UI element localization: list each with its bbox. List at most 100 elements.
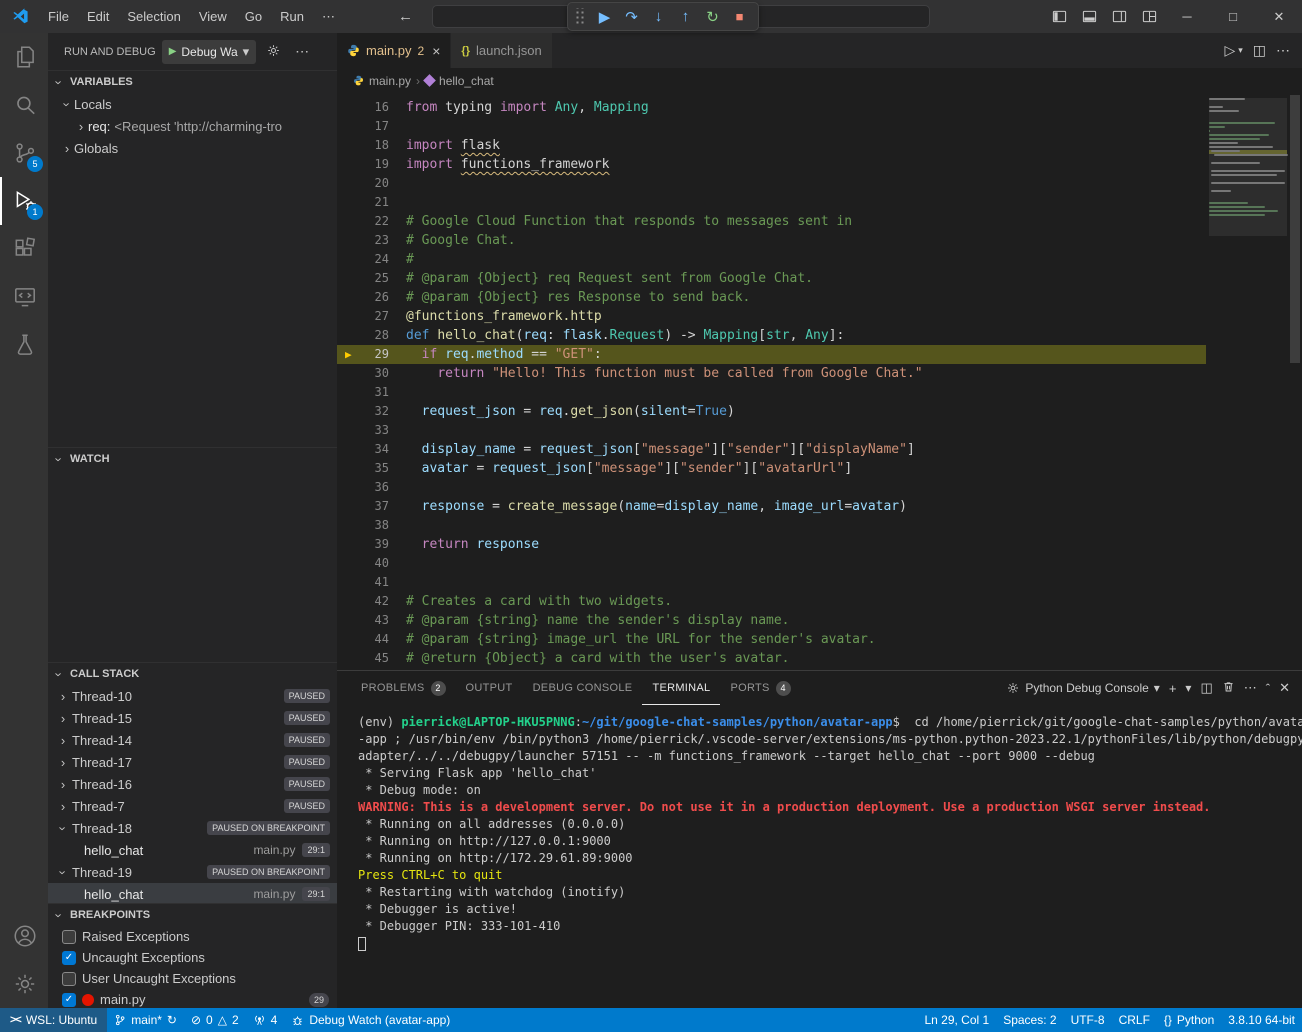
callstack-thread-row[interactable]: ›Thread-19PAUSED ON BREAKPOINT [48, 861, 337, 883]
activity-remote-explorer-icon[interactable] [0, 273, 48, 321]
panel-tab-ports[interactable]: PORTS4 [720, 671, 800, 705]
editor-gutter[interactable]: 38 [337, 516, 393, 535]
editor-gutter[interactable]: 20 [337, 174, 393, 193]
run-python-file-icon[interactable]: ▷ [1224, 42, 1235, 59]
variable-req[interactable]: › req: <Request 'http://charming-tro [48, 115, 337, 137]
nav-back-icon[interactable]: ← [390, 8, 421, 25]
editor-gutter[interactable]: 22 [337, 212, 393, 231]
editor-gutter[interactable]: 36 [337, 478, 393, 497]
language-mode[interactable]: {} Python [1157, 1008, 1221, 1032]
close-window-button[interactable]: ✕ [1256, 0, 1302, 33]
editor-gutter[interactable]: 24 [337, 250, 393, 269]
debug-config-select[interactable]: ▶ Debug Wa ▾ [162, 40, 256, 64]
activity-search-icon[interactable] [0, 81, 48, 129]
start-debugging-icon[interactable]: ▶ [169, 46, 177, 57]
breakpoint-row[interactable]: ✓Uncaught Exceptions [48, 947, 337, 968]
split-terminal-icon[interactable]: ◫ [1200, 680, 1212, 696]
callstack-frame-row[interactable]: hello_chatmain.py29:1 [48, 883, 337, 903]
editor-gutter[interactable]: 26 [337, 288, 393, 307]
indentation[interactable]: Spaces: 2 [996, 1008, 1063, 1032]
run-dropdown-icon[interactable]: ▾ [1238, 45, 1243, 56]
editor-gutter[interactable]: ▶29 [337, 345, 393, 364]
menu-file[interactable]: File [39, 9, 78, 24]
editor-scrollbar[interactable] [1288, 93, 1302, 670]
debug-session-status[interactable]: Debug Watch (avatar-app) [284, 1008, 457, 1032]
accounts-icon[interactable] [0, 912, 48, 960]
editor-gutter[interactable]: 25 [337, 269, 393, 288]
debug-toolbar-drag-handle[interactable] [574, 8, 586, 26]
scope-globals[interactable]: › Globals [48, 137, 337, 159]
watch-section-header[interactable]: › WATCH [48, 448, 337, 470]
editor-gutter[interactable]: 43 [337, 611, 393, 630]
debug-restart-button[interactable]: ↻ [700, 4, 725, 29]
manage-gear-icon[interactable] [0, 960, 48, 1008]
editor-gutter[interactable]: 40 [337, 554, 393, 573]
cursor-position[interactable]: Ln 29, Col 1 [917, 1008, 996, 1032]
breadcrumb-symbol[interactable]: hello_chat [439, 74, 494, 88]
toggle-primary-sidebar-icon[interactable] [1044, 0, 1074, 33]
callstack-frame-row[interactable]: hello_chatmain.py29:1 [48, 839, 337, 861]
editor-gutter[interactable]: 44 [337, 630, 393, 649]
callstack-thread-row[interactable]: ›Thread-14PAUSED [48, 729, 337, 751]
breakpoint-row[interactable]: User Uncaught Exceptions [48, 968, 337, 989]
editor-gutter[interactable]: 23 [337, 231, 393, 250]
breakpoint-checkbox[interactable] [62, 930, 76, 944]
panel-tab-problems[interactable]: PROBLEMS2 [351, 671, 456, 705]
breakpoints-section-header[interactable]: › BREAKPOINTS [48, 904, 337, 926]
activity-extensions-icon[interactable] [0, 225, 48, 273]
editor-gutter[interactable]: 27 [337, 307, 393, 326]
callstack-thread-row[interactable]: ›Thread-15PAUSED [48, 707, 337, 729]
editor-gutter[interactable]: 21 [337, 193, 393, 212]
debug-step-into-button[interactable]: ↓ [646, 4, 671, 29]
activity-run-debug-icon[interactable]: 1 [0, 177, 48, 225]
new-terminal-icon[interactable]: + [1169, 681, 1177, 696]
editor-gutter[interactable]: 37 [337, 497, 393, 516]
editor-gutter[interactable]: 18 [337, 136, 393, 155]
callstack-thread-row[interactable]: ›Thread-7PAUSED [48, 795, 337, 817]
terminal-profile-select[interactable]: Python Debug Console ▾ [1006, 681, 1159, 695]
menu-run[interactable]: Run [271, 9, 313, 24]
panel-tab-debug-console[interactable]: DEBUG CONSOLE [523, 671, 643, 705]
tab-launch-json[interactable]: {} launch.json [451, 33, 552, 68]
breakpoint-checkbox[interactable]: ✓ [62, 993, 76, 1007]
editor-gutter[interactable]: 16 [337, 98, 393, 117]
split-editor-icon[interactable]: ◫ [1253, 42, 1266, 59]
breakpoint-row[interactable]: Raised Exceptions [48, 926, 337, 947]
editor-gutter[interactable]: 39 [337, 535, 393, 554]
problems-status[interactable]: ⊘ 0 △ 2 [184, 1008, 246, 1032]
terminal-output[interactable]: (env) pierrick@LAPTOP-HKU5PNNG:~/git/goo… [337, 705, 1302, 1008]
new-terminal-dropdown-icon[interactable]: ▾ [1185, 681, 1191, 695]
menu-go[interactable]: Go [236, 9, 271, 24]
close-panel-icon[interactable]: ✕ [1279, 680, 1290, 696]
toggle-secondary-sidebar-icon[interactable] [1104, 0, 1134, 33]
panel-tab-terminal[interactable]: TERMINAL [642, 671, 720, 705]
editor-gutter[interactable]: 42 [337, 592, 393, 611]
panel-more-actions-icon[interactable]: ⋯ [1244, 680, 1257, 696]
activity-source-control-icon[interactable]: 5 [0, 129, 48, 177]
editor-gutter[interactable]: 31 [337, 383, 393, 402]
breakpoint-checkbox[interactable]: ✓ [62, 951, 76, 965]
menu-view[interactable]: View [190, 9, 236, 24]
encoding[interactable]: UTF-8 [1064, 1008, 1112, 1032]
debug-step-over-button[interactable]: ↷ [619, 4, 644, 29]
minimize-button[interactable]: ─ [1164, 0, 1210, 33]
editor-gutter[interactable]: 35 [337, 459, 393, 478]
callstack-section-header[interactable]: › CALL STACK [48, 663, 337, 685]
editor-gutter[interactable]: 45 [337, 649, 393, 668]
activity-testing-icon[interactable] [0, 321, 48, 369]
debug-settings-gear-icon[interactable] [262, 41, 285, 63]
activity-explorer-icon[interactable] [0, 33, 48, 81]
scope-locals[interactable]: › Locals [48, 93, 337, 115]
git-branch-status[interactable]: main* ↻ [107, 1008, 184, 1032]
editor-gutter[interactable]: 41 [337, 573, 393, 592]
code-editor[interactable]: 16from typing import Any, Mapping1718imp… [337, 93, 1302, 670]
kill-terminal-icon[interactable] [1222, 680, 1235, 696]
ports-status[interactable]: 4 [246, 1008, 285, 1032]
editor-gutter[interactable]: 28 [337, 326, 393, 345]
remote-indicator[interactable]: >< WSL: Ubuntu [0, 1008, 107, 1032]
editor-gutter[interactable]: 33 [337, 421, 393, 440]
menubar-more[interactable]: ⋯ [313, 0, 344, 33]
editor-gutter[interactable]: 34 [337, 440, 393, 459]
eol-sequence[interactable]: CRLF [1112, 1008, 1157, 1032]
maximize-button[interactable]: □ [1210, 0, 1256, 33]
